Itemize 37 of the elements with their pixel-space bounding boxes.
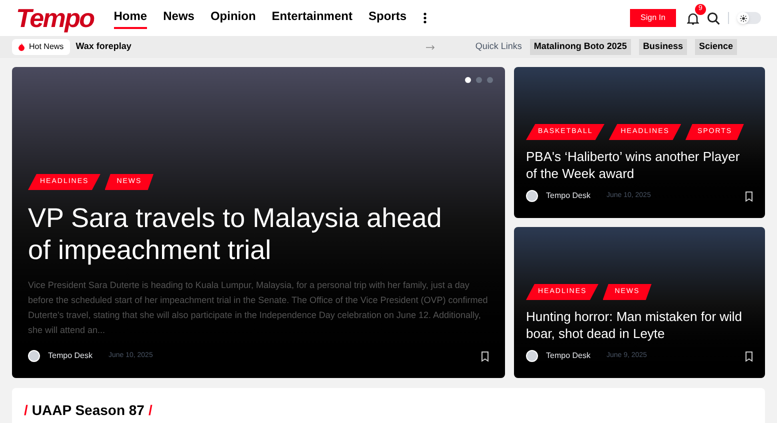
sign-in-button[interactable]: Sign In xyxy=(630,9,676,27)
quick-link[interactable]: Science xyxy=(694,39,737,55)
more-icon[interactable] xyxy=(422,12,426,24)
nav-link[interactable]: News xyxy=(163,7,194,29)
article-excerpt: Vice President Sara Duterte is heading to Kuala Lumpur, Malaysia, for a personal trip with her family, just a day before the scheduled start of her impeachment trial in the Senate. The Office of the Vice President (OVP) confirmed Duterte's travel, stating that she will also participate in the Independence Day celebration on June 12. Additionally, she will attend an... xyxy=(28,279,489,337)
author-name[interactable]: Tempo Desk xyxy=(48,350,92,362)
theme-toggle[interactable] xyxy=(737,12,761,24)
title-slash: / xyxy=(24,401,28,420)
bookmark-icon[interactable] xyxy=(481,350,489,362)
avatar xyxy=(526,190,538,202)
title-slash: / xyxy=(148,401,152,420)
article-headline[interactable]: Hunting horror: Man mistaken for wild boar, shot dead in Leyte xyxy=(526,308,753,342)
bookmark-icon[interactable] xyxy=(745,190,753,202)
avatar xyxy=(28,350,40,362)
flame-icon xyxy=(18,43,25,51)
avatar xyxy=(526,350,538,362)
site-logo[interactable]: Tempo xyxy=(16,5,94,31)
nav-link[interactable]: Sports xyxy=(368,7,406,29)
featured-headline[interactable]: VP Sara travels to Malaysia ahead of impeachment trial xyxy=(28,202,489,266)
featured-article-card[interactable] xyxy=(12,67,505,378)
arrow-right-icon[interactable] xyxy=(426,44,436,50)
nav-link[interactable]: Home xyxy=(114,7,148,29)
section-title[interactable]: UAAP Season 87 xyxy=(32,400,144,421)
quick-link[interactable]: Matalinong Boto 2025 xyxy=(530,39,631,55)
search-icon[interactable] xyxy=(707,12,720,24)
nav-link[interactable]: Opinion xyxy=(210,7,256,29)
article-headline[interactable]: PBA's ‘Haliberto’ wins another Player of the Week award xyxy=(526,148,753,182)
sun-icon xyxy=(740,14,746,22)
nav-link[interactable]: Entertainment xyxy=(272,7,352,29)
quick-link[interactable]: Business xyxy=(638,39,687,55)
ticker-headline[interactable]: Wax foreplay xyxy=(76,40,132,54)
author-name[interactable]: Tempo Desk xyxy=(546,190,590,202)
author-name[interactable]: Tempo Desk xyxy=(546,350,590,362)
bookmark-icon[interactable] xyxy=(745,350,753,362)
bell-icon[interactable] xyxy=(687,12,699,24)
quick-links-label: Quick Links xyxy=(475,40,522,54)
hot-news-badge: Hot News xyxy=(12,39,70,55)
